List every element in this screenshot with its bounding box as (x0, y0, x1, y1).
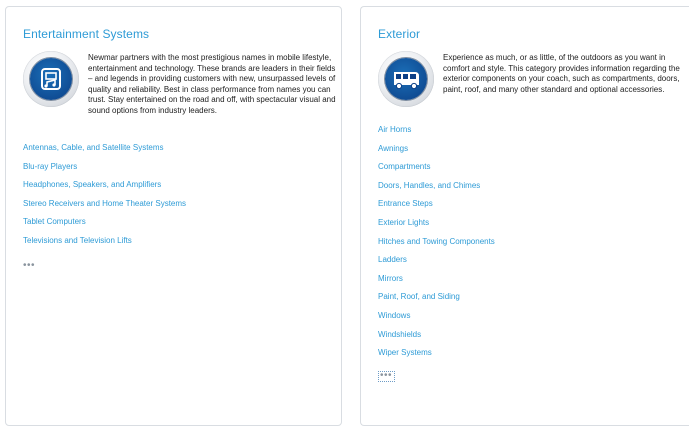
entertainment-icon (30, 58, 72, 100)
exterior-badge (378, 51, 434, 107)
card-title[interactable]: Entertainment Systems (23, 27, 149, 41)
link-doors-handles[interactable]: Doors, Handles, and Chimes (378, 180, 495, 199)
exterior-description: Experience as much, or as little, of the… (443, 53, 680, 94)
entertainment-description: Newmar partners with the most prestigiou… (88, 53, 336, 115)
link-windows[interactable]: Windows (378, 310, 495, 329)
link-antennas[interactable]: Antennas, Cable, and Satellite Systems (23, 142, 186, 161)
more-button[interactable]: ••• (23, 261, 35, 271)
exterior-link-list: Air Horns Awnings Compartments Doors, Ha… (378, 124, 495, 366)
link-televisions[interactable]: Televisions and Television Lifts (23, 235, 186, 254)
link-tablet-computers[interactable]: Tablet Computers (23, 216, 186, 235)
link-air-horns[interactable]: Air Horns (378, 124, 495, 143)
link-headphones[interactable]: Headphones, Speakers, and Amplifiers (23, 179, 186, 198)
link-paint-roof-siding[interactable]: Paint, Roof, and Siding (378, 291, 495, 310)
entertainment-badge (23, 51, 79, 107)
link-exterior-lights[interactable]: Exterior Lights (378, 217, 495, 236)
link-bluray-players[interactable]: Blu-ray Players (23, 161, 186, 180)
more-button[interactable]: ••• (378, 371, 396, 382)
link-windshields[interactable]: Windshields (378, 329, 495, 348)
bus-icon (385, 58, 427, 100)
exterior-card: Exterior Experience as much, or as littl… (360, 6, 689, 426)
link-compartments[interactable]: Compartments (378, 161, 495, 180)
link-ladders[interactable]: Ladders (378, 254, 495, 273)
link-wiper-systems[interactable]: Wiper Systems (378, 347, 495, 366)
link-hitches-towing[interactable]: Hitches and Towing Components (378, 236, 495, 255)
link-awnings[interactable]: Awnings (378, 143, 495, 162)
entertainment-systems-card: Entertainment Systems Newmar partners wi… (5, 6, 342, 426)
link-entrance-steps[interactable]: Entrance Steps (378, 198, 495, 217)
link-stereo-receivers[interactable]: Stereo Receivers and Home Theater System… (23, 198, 186, 217)
entertainment-link-list: Antennas, Cable, and Satellite Systems B… (23, 142, 186, 254)
card-title[interactable]: Exterior (378, 27, 420, 41)
link-mirrors[interactable]: Mirrors (378, 273, 495, 292)
